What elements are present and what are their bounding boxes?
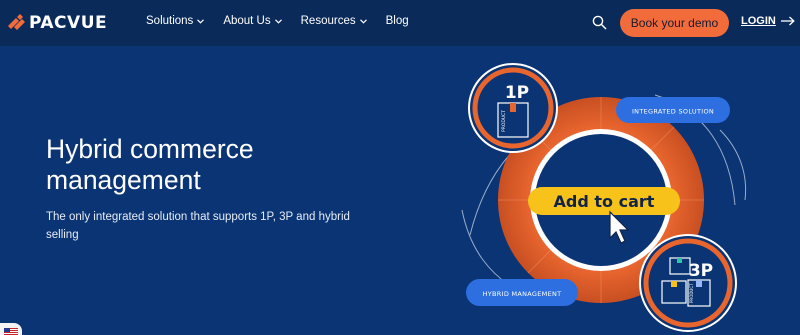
badge-3p-label: 3P: [689, 261, 713, 281]
hybrid-commerce-illustration: Add to cart 1P PRODUCT 3P PRODUCT INTEGR…: [461, 63, 747, 332]
hero-title-line-2: management: [46, 165, 201, 195]
badge-3p: 3P PRODUCT: [639, 234, 737, 332]
nav-item-resources[interactable]: Resources: [301, 15, 367, 27]
nav-item-label: Resources: [300, 15, 356, 27]
hybrid-management-pill: HYBRID MANAGEMENT: [466, 279, 578, 306]
nav-item-blog[interactable]: Blog: [386, 15, 409, 27]
main-menu: Solutions About Us Resources Blog: [146, 15, 428, 27]
chevron-down-icon: [274, 18, 282, 24]
hero-subtitle: The only integrated solution that suppor…: [46, 211, 350, 241]
add-to-cart-label: Add to cart: [554, 192, 655, 211]
chevron-down-icon: [359, 18, 367, 24]
integrated-solution-label: INTEGRATED SOLUTION: [632, 108, 714, 116]
integrated-solution-pill: INTEGRATED SOLUTION: [616, 97, 730, 123]
badge-1p-label: 1P: [505, 83, 529, 103]
pacvue-logo[interactable]: PACVUE: [8, 13, 107, 33]
logo-text: PACVUE: [29, 13, 108, 33]
book-demo-button[interactable]: Book your demo: [620, 9, 729, 37]
badge-1p: 1P PRODUCT: [468, 63, 558, 153]
logo-mark-icon: [8, 14, 25, 30]
hybrid-management-label: HYBRID MANAGEMENT: [483, 290, 562, 298]
hero-title-line-1: Hybrid commerce: [46, 134, 254, 164]
login-label: LOGIN: [741, 15, 776, 27]
nav-item-about-us[interactable]: About Us: [223, 15, 282, 27]
login-link[interactable]: LOGIN: [741, 15, 795, 27]
nav-item-solutions[interactable]: Solutions: [146, 15, 205, 27]
top-nav-bar: PACVUE Solutions About Us Resources Blog…: [0, 0, 800, 46]
search-icon[interactable]: [592, 15, 607, 30]
nav-item-label: About Us: [223, 15, 271, 27]
product-boxes-label: PRODUCT: [689, 283, 694, 303]
flag-canton: [4, 328, 10, 332]
nav-item-label: Blog: [385, 15, 409, 27]
arrow-right-icon: [780, 16, 795, 26]
hero-title: Hybrid commerce management: [46, 134, 406, 196]
product-box-label: PRODUCT: [501, 110, 507, 132]
nav-item-label: Solutions: [146, 15, 194, 27]
chevron-down-icon: [197, 18, 205, 24]
language-flag-icon[interactable]: [0, 323, 22, 335]
